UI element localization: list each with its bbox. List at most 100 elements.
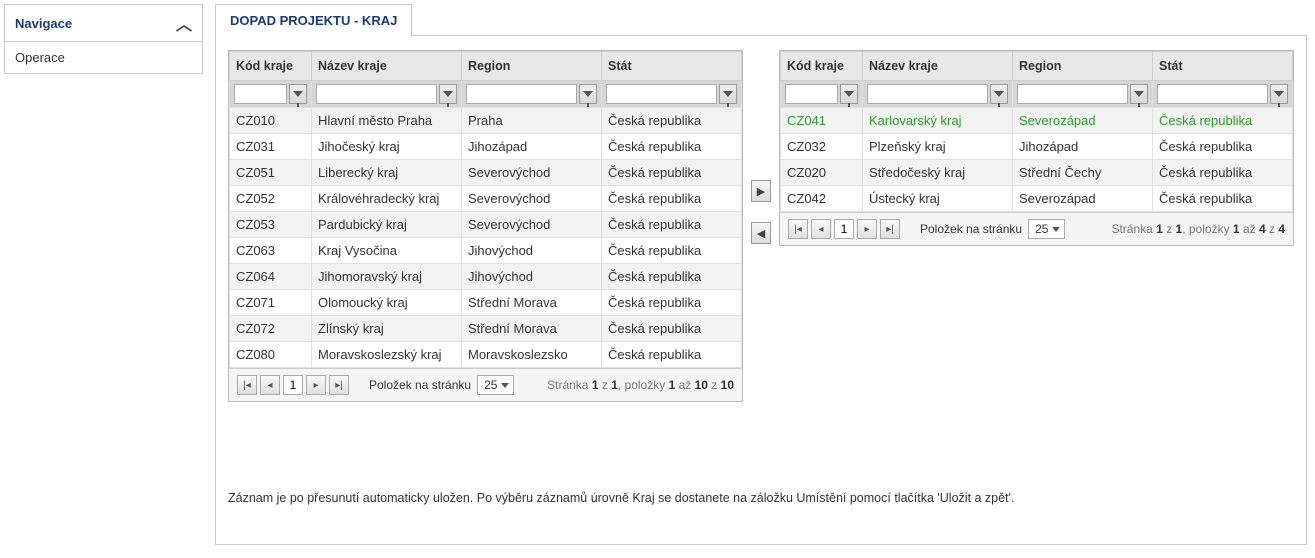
filter-button[interactable] — [840, 84, 858, 104]
cell-code: CZ072 — [230, 316, 312, 342]
cell-state: Česká republika — [602, 108, 742, 134]
last-page-button[interactable]: ▸| — [880, 219, 900, 239]
cell-region: Severozápad — [1013, 108, 1153, 134]
table-row[interactable]: CZ020Středočeský krajStřední ČechyČeská … — [781, 160, 1293, 186]
cell-state: Česká republika — [602, 290, 742, 316]
prev-page-button[interactable]: ◂ — [811, 219, 831, 239]
filter-input-code[interactable] — [785, 84, 838, 104]
cell-name: Pardubický kraj — [312, 212, 462, 238]
cell-code: CZ032 — [781, 134, 863, 160]
table-row[interactable]: CZ042Ústecký krajSeverozápadČeská republ… — [781, 186, 1293, 212]
table-row[interactable]: CZ080Moravskoslezský krajMoravskoslezsko… — [230, 342, 742, 368]
cell-state: Česká republika — [602, 264, 742, 290]
tab-dopad-projektu[interactable]: DOPAD PROJEKTU - KRAJ — [215, 4, 412, 36]
table-row[interactable]: CZ072Zlínský krajStřední MoravaČeská rep… — [230, 316, 742, 342]
filter-button[interactable] — [289, 84, 307, 104]
filter-button[interactable] — [719, 84, 737, 104]
table-row[interactable]: CZ032Plzeňský krajJihozápadČeská republi… — [781, 134, 1293, 160]
col-header-region[interactable]: Region — [462, 52, 602, 81]
table-row[interactable]: CZ064Jihomoravský krajJihovýchodČeská re… — [230, 264, 742, 290]
funnel-icon — [293, 91, 303, 97]
per-page-select[interactable]: 25 — [477, 375, 514, 395]
cell-state: Česká republika — [602, 212, 742, 238]
cell-name: Kraj Vysočina — [312, 238, 462, 264]
per-page-label: Položek na stránku — [369, 378, 471, 392]
page-input[interactable] — [283, 375, 303, 395]
filter-row — [781, 81, 1293, 108]
prev-page-button[interactable]: ◂ — [260, 375, 280, 395]
cell-region: Jihovýchod — [462, 238, 602, 264]
col-header-region[interactable]: Region — [1013, 52, 1153, 81]
next-page-button[interactable]: ▸ — [306, 375, 326, 395]
filter-button[interactable] — [1130, 84, 1148, 104]
filter-button[interactable] — [990, 84, 1008, 104]
next-page-button[interactable]: ▸ — [857, 219, 877, 239]
per-page-select[interactable]: 25 — [1028, 219, 1065, 239]
funnel-icon — [443, 91, 453, 97]
filter-input-name[interactable] — [316, 84, 437, 104]
col-header-state[interactable]: Stát — [1153, 52, 1293, 81]
cell-region: Střední Morava — [462, 290, 602, 316]
table-row[interactable]: CZ031Jihočeský krajJihozápadČeská republ… — [230, 134, 742, 160]
pager-left: |◂ ◂ ▸ ▸| Položek na stránku 25 Stránka … — [229, 368, 742, 401]
cell-code: CZ051 — [230, 160, 312, 186]
table-row[interactable]: CZ071Olomoucký krajStřední MoravaČeská r… — [230, 290, 742, 316]
cell-region: Střední Čechy — [1013, 160, 1153, 186]
table-row[interactable]: CZ053Pardubický krajSeverovýchodČeská re… — [230, 212, 742, 238]
table-row[interactable]: CZ051Liberecký krajSeverovýchodČeská rep… — [230, 160, 742, 186]
first-page-button[interactable]: |◂ — [788, 219, 808, 239]
move-right-button[interactable]: ▶ — [751, 180, 771, 202]
cell-code: CZ071 — [230, 290, 312, 316]
filter-input-region[interactable] — [1017, 84, 1128, 104]
col-header-state[interactable]: Stát — [602, 52, 742, 81]
cell-region: Severovýchod — [462, 186, 602, 212]
funnel-icon — [723, 91, 733, 97]
first-page-button[interactable]: |◂ — [237, 375, 257, 395]
col-header-code[interactable]: Kód kraje — [781, 52, 863, 81]
sidebar: Navigace ︿ Operace — [0, 0, 211, 558]
cell-state: Česká republika — [602, 316, 742, 342]
cell-code: CZ010 — [230, 108, 312, 134]
filter-input-region[interactable] — [466, 84, 577, 104]
nav-header-label: Navigace — [15, 16, 72, 31]
last-page-button[interactable]: ▸| — [329, 375, 349, 395]
filter-button[interactable] — [1270, 84, 1288, 104]
nav-header[interactable]: Navigace ︿ — [4, 4, 203, 42]
cell-code: CZ041 — [781, 108, 863, 134]
page-input[interactable] — [834, 219, 854, 239]
cell-state: Česká republika — [602, 134, 742, 160]
pager-right: |◂ ◂ ▸ ▸| Položek na stránku 25 Stránka … — [780, 212, 1293, 245]
move-left-button[interactable]: ◀ — [751, 222, 771, 244]
filter-button[interactable] — [439, 84, 457, 104]
filter-button[interactable] — [579, 84, 597, 104]
table-row[interactable]: CZ052Královéhradecký krajSeverovýchodČes… — [230, 186, 742, 212]
cell-code: CZ042 — [781, 186, 863, 212]
col-header-name[interactable]: Název kraje — [312, 52, 462, 81]
cell-code: CZ052 — [230, 186, 312, 212]
cell-state: Česká republika — [1153, 186, 1293, 212]
filter-input-name[interactable] — [867, 84, 988, 104]
table-row[interactable]: CZ063Kraj VysočinaJihovýchodČeská republ… — [230, 238, 742, 264]
cell-state: Česká republika — [602, 160, 742, 186]
filter-input-state[interactable] — [606, 84, 717, 104]
col-header-name[interactable]: Název kraje — [863, 52, 1013, 81]
cell-name: Ústecký kraj — [863, 186, 1013, 212]
cell-code: CZ020 — [781, 160, 863, 186]
cell-code: CZ063 — [230, 238, 312, 264]
cell-name: Středočeský kraj — [863, 160, 1013, 186]
cell-name: Hlavní město Praha — [312, 108, 462, 134]
filter-input-state[interactable] — [1157, 84, 1268, 104]
cell-region: Střední Morava — [462, 316, 602, 342]
filter-input-code[interactable] — [234, 84, 287, 104]
table-row[interactable]: CZ041Karlovarský krajSeverozápadČeská re… — [781, 108, 1293, 134]
cell-state: Česká republika — [1153, 160, 1293, 186]
col-header-code[interactable]: Kód kraje — [230, 52, 312, 81]
cell-state: Česká republika — [1153, 108, 1293, 134]
nav-item-operace[interactable]: Operace — [4, 42, 203, 74]
table-row[interactable]: CZ010Hlavní město PrahaPrahaČeská republ… — [230, 108, 742, 134]
cell-code: CZ080 — [230, 342, 312, 368]
filter-row — [230, 81, 742, 108]
funnel-icon — [1134, 91, 1144, 97]
cell-region: Moravskoslezsko — [462, 342, 602, 368]
cell-region: Jihozápad — [462, 134, 602, 160]
